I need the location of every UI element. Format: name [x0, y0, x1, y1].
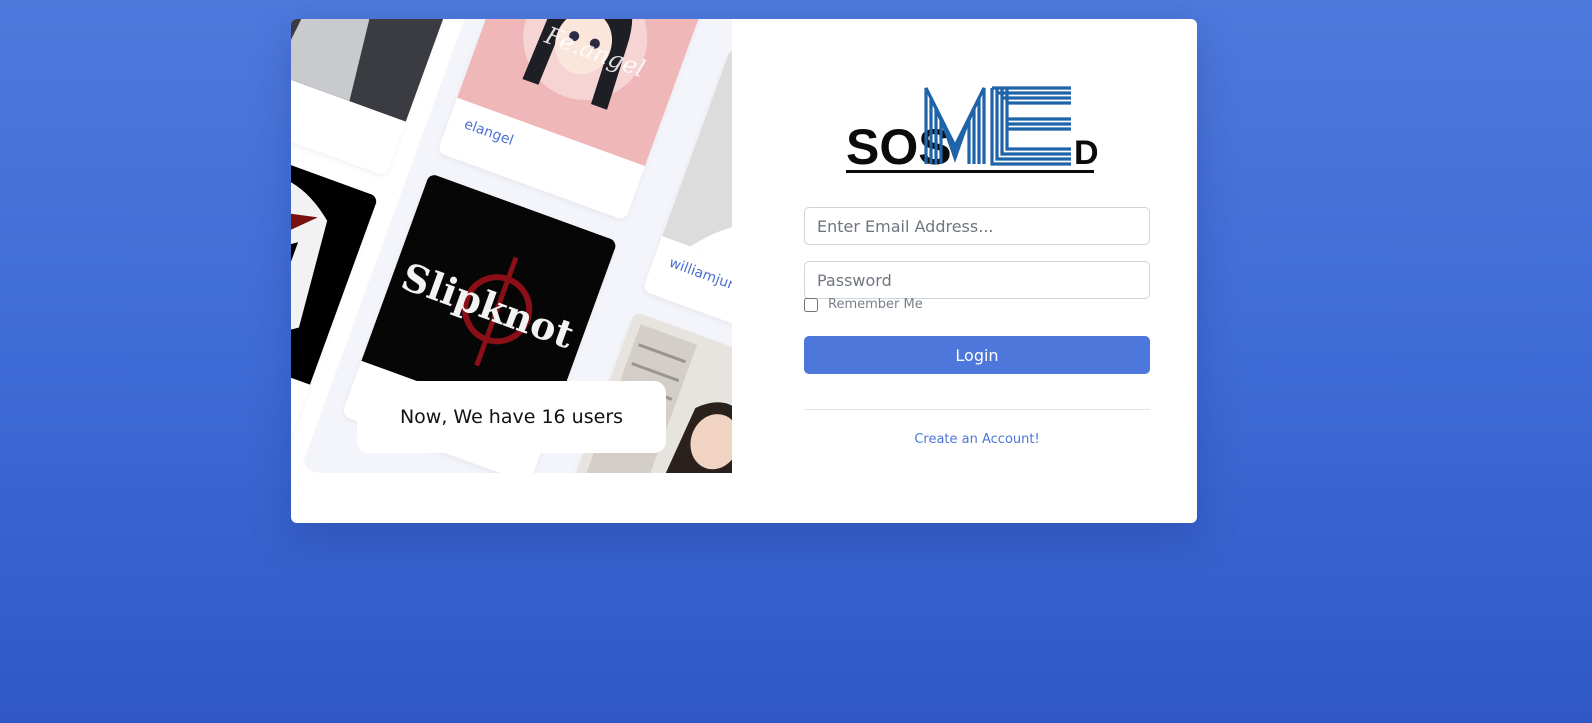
login-button[interactable]: Login	[804, 336, 1150, 374]
create-account-link[interactable]: Create an Account!	[804, 432, 1150, 447]
divider	[804, 409, 1150, 410]
password-field[interactable]	[804, 261, 1150, 299]
users-count-text: Now, We have 16 users	[399, 406, 624, 428]
users-count-badge: Now, We have 16 users	[357, 381, 666, 453]
tile-username[interactable]: williamjuniar	[667, 255, 732, 301]
login-card: auth	[291, 19, 1197, 523]
tile-username[interactable]: elangel	[462, 116, 516, 149]
remember-me-label[interactable]: Remember Me	[828, 297, 923, 312]
remember-me-checkbox[interactable]	[804, 297, 818, 312]
sosmed-logo: SOS D ME	[846, 86, 1099, 175]
svg-text:D: D	[1074, 134, 1099, 172]
remember-me[interactable]: Remember Me	[804, 297, 923, 312]
email-field[interactable]	[804, 207, 1150, 245]
user-collage: auth	[291, 19, 732, 473]
